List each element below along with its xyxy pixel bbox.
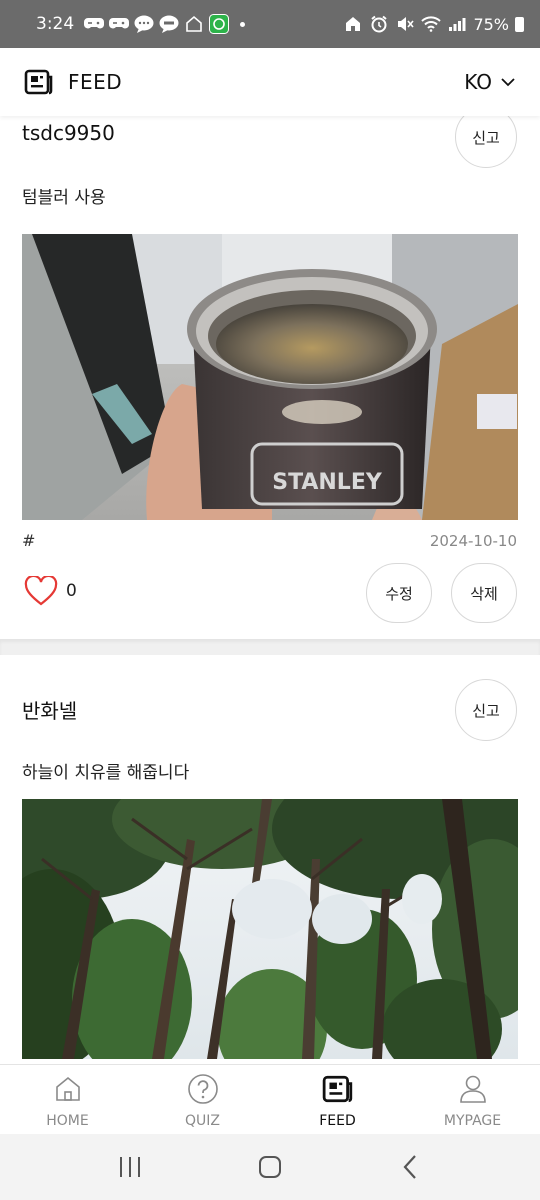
status-time: 3:24 bbox=[36, 14, 75, 34]
post-photo[interactable] bbox=[22, 799, 518, 1059]
chevron-down-icon bbox=[501, 78, 515, 87]
battery-percent: 75% bbox=[473, 14, 509, 34]
post-author: tsdc9950 bbox=[22, 121, 115, 145]
edit-button[interactable]: 수정 bbox=[366, 563, 432, 623]
game-controller-icon bbox=[109, 14, 130, 34]
nav-label-feed: FEED bbox=[319, 1113, 356, 1129]
tumbler-photo: STANLEY bbox=[22, 234, 518, 520]
trees-photo bbox=[22, 799, 518, 1059]
bottom-navigation: HOME QUIZ FEED MYPAGE bbox=[0, 1064, 540, 1134]
person-icon bbox=[459, 1075, 486, 1103]
post-author: 반화넬 bbox=[22, 699, 78, 723]
nav-label-quiz: QUIZ bbox=[185, 1113, 220, 1129]
report-button[interactable]: 신고 bbox=[455, 679, 517, 741]
feed-list[interactable]: tsdc9950 신고 텀블러 사용 STANLEY # 2024-10-10 … bbox=[0, 116, 540, 1064]
system-status-icons: 75% bbox=[343, 14, 524, 34]
nav-label-home: HOME bbox=[46, 1113, 89, 1129]
nav-item-home[interactable]: HOME bbox=[0, 1065, 135, 1134]
game-controller-icon bbox=[84, 14, 105, 34]
nav-item-quiz[interactable]: QUIZ bbox=[135, 1065, 270, 1134]
home-icon bbox=[343, 14, 363, 34]
home-system-button[interactable] bbox=[250, 1147, 290, 1187]
recent-apps-button[interactable] bbox=[110, 1147, 150, 1187]
wifi-icon bbox=[421, 14, 442, 34]
alarm-icon bbox=[369, 14, 389, 34]
feed-icon bbox=[24, 69, 53, 95]
photo-brand-text: STANLEY bbox=[272, 470, 383, 495]
post-photo[interactable]: STANLEY bbox=[22, 234, 518, 520]
mute-icon bbox=[395, 14, 415, 34]
recent-apps-icon bbox=[120, 1157, 140, 1177]
heart-icon bbox=[24, 576, 58, 606]
post-divider bbox=[0, 639, 540, 655]
system-navigation-bar bbox=[0, 1134, 540, 1200]
like-count: 0 bbox=[66, 581, 77, 601]
nav-item-feed[interactable]: FEED bbox=[270, 1065, 405, 1134]
nav-item-mypage[interactable]: MYPAGE bbox=[405, 1065, 540, 1134]
app-badge-icon bbox=[209, 14, 230, 34]
post-text: 텀블러 사용 bbox=[22, 188, 106, 208]
post-hashtag[interactable]: # bbox=[22, 531, 35, 550]
battery-icon bbox=[515, 16, 524, 32]
question-icon bbox=[187, 1074, 218, 1104]
back-chevron-icon bbox=[403, 1155, 416, 1179]
page-title: FEED bbox=[68, 70, 123, 94]
signal-icon bbox=[447, 14, 467, 34]
feed-post: 반화넬 신고 하늘이 치유를 해줍니다 bbox=[0, 655, 540, 1064]
home-icon bbox=[55, 1076, 80, 1101]
back-button[interactable] bbox=[390, 1147, 430, 1187]
post-date: 2024-10-10 bbox=[429, 532, 517, 550]
more-notifications-dot bbox=[240, 21, 246, 27]
delete-button[interactable]: 삭제 bbox=[451, 563, 517, 623]
home-circle-icon bbox=[259, 1156, 281, 1178]
feed-post: tsdc9950 신고 텀블러 사용 STANLEY # 2024-10-10 … bbox=[0, 116, 540, 639]
home-outline-icon bbox=[184, 14, 204, 34]
post-text: 하늘이 치유를 해줍니다 bbox=[22, 763, 190, 783]
like-button[interactable]: 0 bbox=[24, 576, 77, 606]
notification-icons bbox=[84, 14, 246, 34]
talk-bubble-icon bbox=[159, 14, 179, 34]
nav-label-mypage: MYPAGE bbox=[443, 1113, 502, 1129]
language-selector[interactable]: KO bbox=[464, 70, 516, 94]
report-button[interactable]: 신고 bbox=[455, 116, 517, 168]
feed-icon bbox=[322, 1075, 352, 1103]
status-bar: 3:24 75% bbox=[0, 0, 540, 48]
app-header: FEED KO bbox=[0, 48, 540, 116]
language-value: KO bbox=[464, 70, 492, 94]
chat-bubble-icon bbox=[134, 14, 154, 34]
